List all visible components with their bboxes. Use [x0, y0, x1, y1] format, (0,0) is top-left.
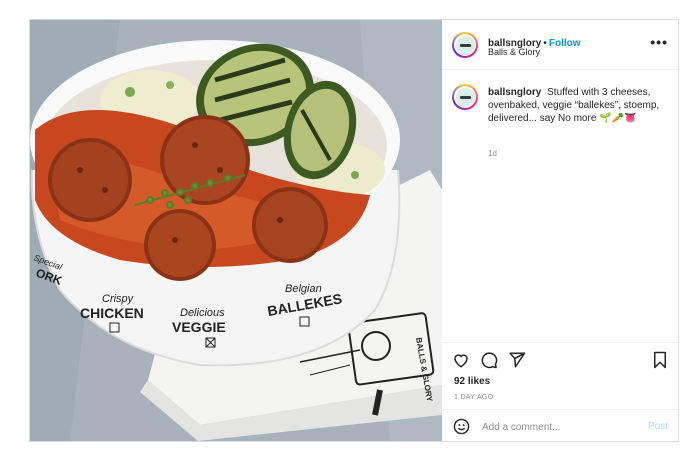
post-date[interactable]: 1 DAY AGO — [454, 394, 493, 401]
bookmark-icon[interactable] — [652, 351, 668, 374]
avatar[interactable] — [452, 32, 478, 58]
caption-emojis: 🌱🥕👅 — [599, 113, 637, 124]
instagram-post: BALLS & GLORY Crispy CHICKEN Delicious V… — [29, 19, 679, 442]
location-link[interactable]: Balls & Glory — [488, 47, 540, 57]
caption-section: ballsnglory Stuffed with 3 cheeses, oven… — [442, 71, 678, 341]
caption: ballsnglory Stuffed with 3 cheeses, oven… — [488, 86, 668, 125]
post-comment-button[interactable]: Post — [648, 421, 668, 432]
heart-icon[interactable] — [452, 351, 470, 374]
post-sidebar: ballsnglory • Follow Balls & Glory ••• bal… — [442, 20, 678, 441]
svg-text:CHICKEN: CHICKEN — [80, 305, 144, 321]
follow-separator: • — [543, 38, 547, 49]
post-header: ballsnglory • Follow Balls & Glory ••• — [442, 20, 678, 70]
caption-username-link[interactable]: ballsnglory — [488, 87, 541, 98]
likes-count[interactable]: 92 likes — [454, 376, 490, 387]
actions-section: 92 likes 1 DAY AGO Post — [442, 342, 678, 442]
svg-text:Delicious: Delicious — [180, 307, 225, 319]
svg-text:Crispy: Crispy — [102, 293, 135, 305]
comment-icon[interactable] — [480, 351, 498, 374]
comment-input[interactable] — [482, 419, 632, 435]
emoji-icon[interactable] — [453, 418, 470, 440]
svg-text:VEGGIE: VEGGIE — [172, 319, 226, 335]
more-options-icon[interactable]: ••• — [650, 34, 668, 50]
food-photo: BALLS & GLORY Crispy CHICKEN Delicious V… — [30, 20, 442, 441]
comment-bar: Post — [442, 409, 678, 443]
share-icon[interactable] — [508, 351, 526, 374]
post-image[interactable]: BALLS & GLORY Crispy CHICKEN Delicious V… — [30, 20, 442, 441]
svg-text:Belgian: Belgian — [285, 283, 322, 295]
caption-timestamp[interactable]: 1d — [488, 149, 497, 158]
caption-avatar[interactable] — [452, 84, 478, 110]
follow-button[interactable]: Follow — [549, 38, 581, 49]
bowl: Crispy CHICKEN Delicious VEGGIE Belgian … — [30, 40, 401, 367]
